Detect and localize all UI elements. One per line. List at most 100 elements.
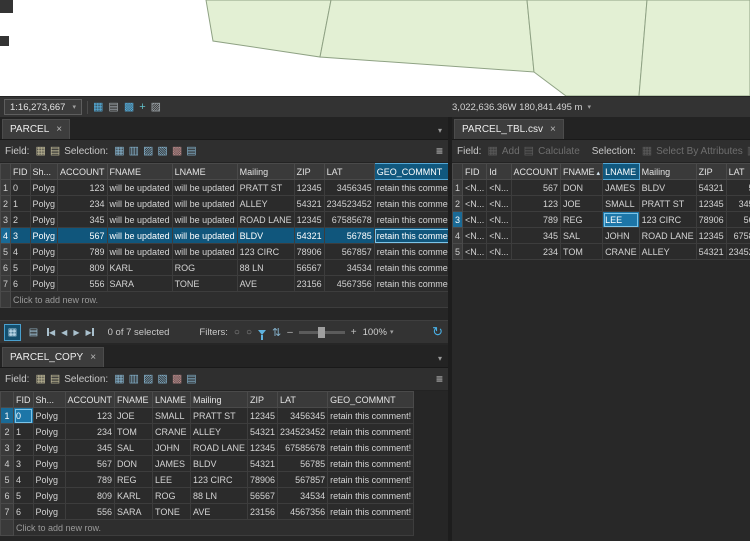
cell-FID[interactable]: <N... (462, 211, 488, 228)
cell-GEO_COMMNT[interactable]: retain this comment! (327, 471, 415, 488)
cell-Sh...[interactable]: Polyg (32, 455, 66, 472)
cell-ZIP[interactable]: 54321 (247, 423, 279, 440)
cell-FID[interactable]: <N... (462, 179, 488, 196)
column-header-Sh...[interactable]: Sh... (29, 163, 59, 180)
column-header-FNAME[interactable]: FNAME (106, 163, 173, 180)
cell-FID[interactable]: 0 (13, 407, 34, 424)
cell-ACCOUNT[interactable]: 556 (57, 275, 108, 292)
cell-GEO_COMMNT[interactable]: retain this comment! (327, 487, 415, 504)
cell-LAT[interactable]: 34534 (323, 259, 375, 276)
zoom-slider-thumb[interactable] (317, 326, 325, 338)
cell-ZIP[interactable]: 12345 (293, 211, 325, 228)
select-all-corner[interactable] (0, 391, 14, 408)
add-new-row-cell[interactable]: Click to add new row. (10, 291, 461, 308)
cell-LAT[interactable]: 3456345 (725, 195, 750, 212)
cell-FNAME[interactable]: TOM (114, 423, 153, 440)
cell-FNAME[interactable]: SARA (114, 503, 153, 520)
column-header-FID[interactable]: FID (462, 163, 488, 180)
row-header[interactable]: 4 (452, 227, 464, 244)
close-icon[interactable]: × (90, 352, 96, 363)
cell-LAT[interactable]: 56785 (277, 455, 329, 472)
zoom-in-icon[interactable]: + (351, 327, 357, 338)
tab-parcel-copy[interactable]: PARCEL_COPY × (2, 347, 105, 367)
cell-FID[interactable]: 6 (10, 275, 31, 292)
cell-LAT[interactable]: 4567356 (277, 503, 329, 520)
cell-Sh...[interactable]: Polyg (32, 503, 66, 520)
table-menu-icon[interactable]: ≡ (436, 372, 443, 386)
cell-LAT[interactable]: 567857 (277, 471, 329, 488)
cell-LNAME[interactable]: JAMES (602, 179, 640, 196)
filter-funnel-icon[interactable] (258, 329, 267, 340)
copy-selection-icon[interactable]: ▤ (186, 373, 196, 385)
table-view-icon[interactable]: ▦ (4, 323, 21, 341)
cell-LAT[interactable]: 56785 (725, 179, 750, 196)
row-header[interactable]: 7 (0, 503, 14, 520)
cell-ACCOUNT[interactable]: 123 (64, 407, 115, 424)
cell-FNAME[interactable]: JOE (114, 407, 153, 424)
cell-FNAME[interactable]: will be updated (106, 179, 173, 196)
cell-ZIP[interactable]: 23156 (293, 275, 325, 292)
column-header-LNAME[interactable]: LNAME (171, 163, 238, 180)
overlay-grid-icon[interactable]: ▩ (124, 101, 134, 113)
cell-LAT[interactable]: 234523452 (725, 243, 750, 260)
cell-ZIP[interactable]: 54321 (293, 195, 325, 212)
row-header[interactable]: 6 (0, 259, 12, 276)
cell-Mailing[interactable]: BLDV (189, 455, 249, 472)
column-header-Mailing[interactable]: Mailing (638, 163, 697, 180)
cell-ACCOUNT[interactable]: 567 (510, 179, 562, 196)
cell-GEO_COMMNT[interactable]: retain this comment! (327, 423, 415, 440)
first-record-icon[interactable]: ◀ (47, 328, 55, 337)
column-header-LAT[interactable]: LAT (725, 163, 750, 180)
cell-FID[interactable]: 4 (10, 243, 31, 260)
cell-LAT[interactable]: 34534 (277, 487, 329, 504)
selection-filter-toggle-icon[interactable]: ○ (234, 327, 240, 338)
cell-ZIP[interactable]: 12345 (247, 407, 279, 424)
row-header[interactable]: 3 (0, 439, 14, 456)
cell-Id[interactable]: <N... (486, 243, 512, 260)
row-header[interactable]: 1 (452, 179, 464, 196)
close-icon[interactable]: × (56, 124, 62, 135)
cell-Sh...[interactable]: Polyg (29, 211, 59, 228)
cell-Mailing[interactable]: PRATT ST (189, 407, 249, 424)
clipboard-icon[interactable]: ▨ (151, 101, 161, 113)
cell-FID[interactable]: 4 (13, 471, 34, 488)
cell-Sh...[interactable]: Polyg (32, 471, 66, 488)
column-header-FNAME[interactable]: FNAME (114, 391, 153, 408)
cell-LAT[interactable]: 234523452 (323, 195, 375, 212)
cell-LNAME[interactable]: will be updated (171, 243, 238, 260)
add-field-icon[interactable]: ▦ (35, 145, 45, 157)
cell-Id[interactable]: <N... (486, 179, 512, 196)
parcel-polygon[interactable] (319, 0, 535, 73)
tab-parcel-tbl-csv[interactable]: PARCEL_TBL.csv × (454, 119, 564, 139)
refresh-icon[interactable]: ↻ (432, 324, 443, 340)
cell-ZIP[interactable]: 54321 (695, 179, 727, 196)
column-header-Id[interactable]: Id (486, 163, 512, 180)
cell-ACCOUNT[interactable]: 123 (510, 195, 562, 212)
column-header-ACCOUNT[interactable]: ACCOUNT (57, 163, 108, 180)
column-header-LNAME[interactable]: LNAME (602, 163, 640, 180)
cell-LNAME[interactable]: JAMES (152, 455, 191, 472)
cell-GEO_COMMNT[interactable]: retain this comment! (327, 455, 415, 472)
cell-Sh...[interactable]: Polyg (32, 423, 66, 440)
cell-LNAME[interactable]: JOHN (152, 439, 191, 456)
sort-icon[interactable]: ⇅ (272, 326, 281, 339)
cell-ACCOUNT[interactable]: 234 (64, 423, 115, 440)
cell-FID[interactable]: 5 (13, 487, 34, 504)
cell-ACCOUNT[interactable]: 789 (57, 243, 108, 260)
cell-Mailing[interactable]: ALLEY (189, 423, 249, 440)
zoom-out-icon[interactable]: – (287, 327, 293, 338)
column-header-ZIP[interactable]: ZIP (293, 163, 325, 180)
cell-GEO_COMMNT[interactable]: retain this comment! (327, 439, 415, 456)
cell-FID[interactable]: 2 (10, 211, 31, 228)
select-all-corner[interactable] (452, 163, 464, 180)
cell-LNAME[interactable]: CRANE (152, 423, 191, 440)
cell-FNAME[interactable]: REG (114, 471, 153, 488)
row-header[interactable]: 5 (0, 243, 12, 260)
add-new-row-cell[interactable]: Click to add new row. (12, 519, 415, 536)
cell-ZIP[interactable]: 54321 (695, 243, 727, 260)
zoom-to-selection-icon[interactable]: ▥ (129, 373, 139, 385)
row-header[interactable]: 1 (0, 407, 14, 424)
cell-LAT[interactable]: 56785 (323, 227, 375, 244)
cell-ACCOUNT[interactable]: 234 (57, 195, 108, 212)
cell-FID[interactable]: 1 (13, 423, 34, 440)
